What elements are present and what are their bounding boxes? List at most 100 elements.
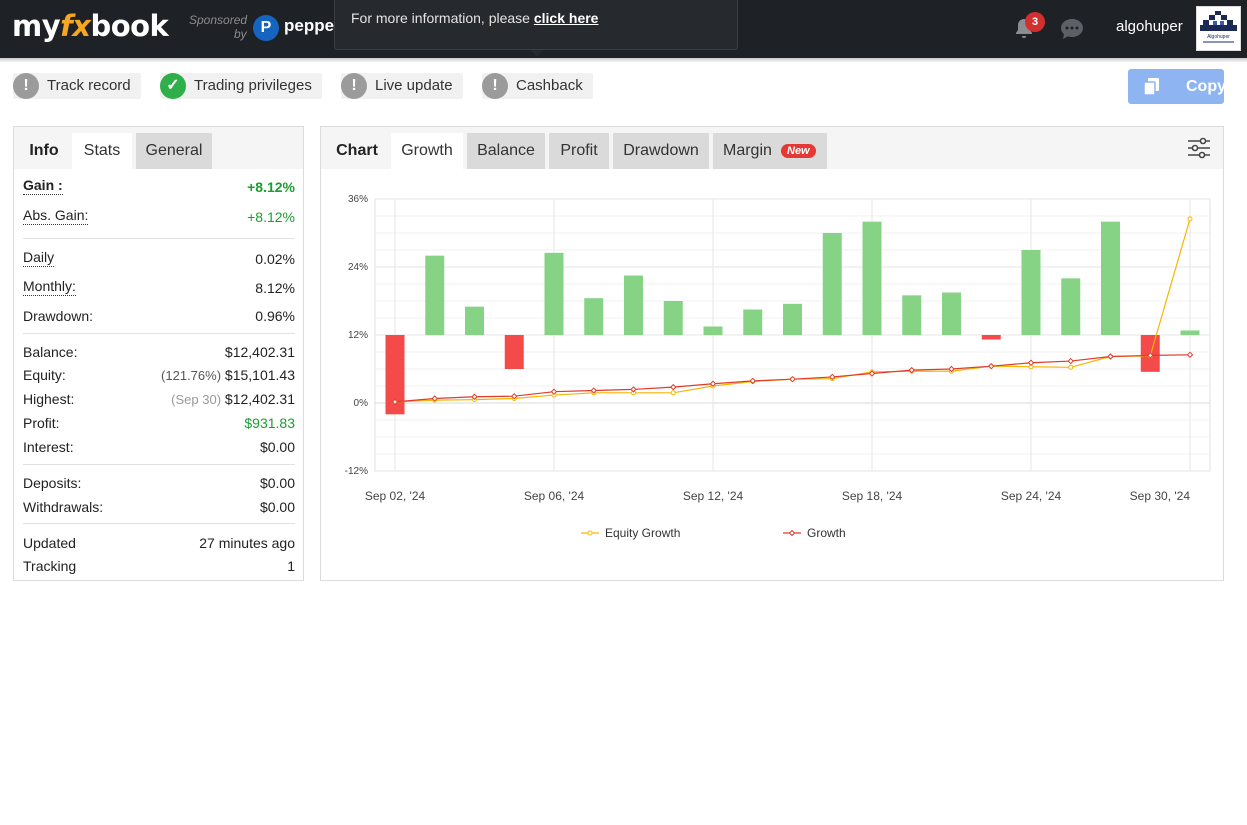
- warning-icon: !: [13, 73, 39, 99]
- chart-bar[interactable]: [465, 306, 484, 335]
- chart-bar[interactable]: [743, 309, 763, 336]
- stat-label: Deposits:: [23, 475, 82, 491]
- chart-bar[interactable]: [862, 221, 882, 335]
- tooltip-link[interactable]: click here: [534, 10, 599, 26]
- y-tick-label: -12%: [345, 466, 368, 477]
- chart-bar[interactable]: [584, 298, 604, 335]
- chart-legend[interactable]: Equity Growth Growth: [581, 526, 846, 540]
- status-trading-privileges[interactable]: ✓ Trading privileges: [160, 73, 322, 99]
- status-live-update[interactable]: ! Live update: [341, 73, 463, 99]
- warning-icon: !: [341, 73, 367, 99]
- stat-label: Interest:: [23, 439, 74, 455]
- chart-bar[interactable]: [783, 303, 802, 335]
- tab-info[interactable]: Info: [20, 133, 68, 169]
- chart-bar[interactable]: [902, 295, 922, 335]
- stat-label[interactable]: Monthly:: [23, 278, 76, 296]
- copy-icon: [1144, 78, 1159, 95]
- warning-icon: !: [482, 73, 508, 99]
- x-tick-label: Sep 30, '24: [1130, 489, 1191, 503]
- y-tick-label: 24%: [348, 262, 368, 273]
- legend-label[interactable]: Equity Growth: [605, 526, 680, 540]
- stat-label: Profit:: [23, 415, 60, 431]
- chart-bar[interactable]: [1061, 278, 1081, 335]
- x-tick-label: Sep 06, '24: [524, 489, 585, 503]
- chart-bar[interactable]: [822, 233, 842, 335]
- tab-chart[interactable]: Chart: [329, 133, 385, 169]
- chart-bar[interactable]: [703, 326, 723, 336]
- stat-label: Equity:: [23, 367, 66, 383]
- y-tick-label: 12%: [348, 330, 368, 341]
- stat-highest: Highest: (Sep 30) $12,402.31: [23, 389, 295, 409]
- divider: [23, 464, 295, 465]
- stat-value-group: (121.76%) $15,101.43: [161, 365, 295, 386]
- status-cashback[interactable]: ! Cashback: [482, 73, 593, 99]
- stat-value: $0.00: [259, 439, 295, 455]
- legend-marker: [788, 529, 796, 537]
- chart-bar[interactable]: [1021, 250, 1041, 335]
- stat-value: +8.12%: [247, 209, 295, 225]
- x-tick-label: Sep 18, '24: [842, 489, 903, 503]
- stat-value: 0.02%: [255, 251, 295, 267]
- stat-updated: Updated 27 minutes ago: [23, 533, 295, 553]
- stat-value-group: (Sep 30) $12,402.31: [171, 389, 295, 410]
- legend-marker: [587, 530, 593, 536]
- chart-bar[interactable]: [663, 301, 683, 335]
- sponsored-label: Sponsored by: [189, 13, 248, 41]
- divider: [23, 523, 295, 524]
- chart-bar[interactable]: [425, 255, 445, 335]
- avatar[interactable]: Algohuper: [1196, 6, 1241, 51]
- divider: [23, 238, 295, 239]
- y-tick-label: 36%: [348, 194, 368, 205]
- chart-bar[interactable]: [1180, 330, 1200, 335]
- stat-sub-value: (Sep 30): [171, 392, 222, 407]
- chart-bar[interactable]: [1101, 221, 1120, 335]
- tab-profit[interactable]: Profit: [549, 133, 609, 169]
- stat-value: 27 minutes ago: [199, 535, 295, 551]
- new-badge: New: [781, 144, 816, 158]
- sponsor-name[interactable]: pepper: [284, 16, 341, 36]
- tab-general[interactable]: General: [136, 133, 212, 169]
- tab-balance[interactable]: Balance: [467, 133, 545, 169]
- chart-bar[interactable]: [624, 275, 643, 336]
- equity-growth-point[interactable]: [670, 390, 676, 396]
- stat-label[interactable]: Gain :: [23, 177, 63, 195]
- status-label: Track record: [47, 77, 131, 94]
- y-tick-label: 0%: [354, 398, 369, 409]
- stat-balance: Balance: $12,402.31: [23, 342, 295, 362]
- legend-label[interactable]: Growth: [807, 526, 846, 540]
- x-tick-label: Sep 12, '24: [683, 489, 744, 503]
- tab-margin[interactable]: Margin New: [713, 133, 827, 169]
- pepperstone-logo-icon[interactable]: P: [253, 15, 279, 41]
- chart-bar[interactable]: [544, 252, 564, 335]
- myfxbook-logo[interactable]: myfxbook: [12, 9, 169, 43]
- chart-bar[interactable]: [981, 335, 1001, 340]
- chart-tabs: Chart Growth Balance Profit Drawdown Mar…: [321, 127, 1223, 169]
- notification-badge: 3: [1025, 12, 1045, 32]
- stat-value: $12,402.31: [224, 391, 295, 407]
- tab-stats[interactable]: Stats: [72, 133, 132, 169]
- stat-label: Drawdown:: [23, 308, 94, 324]
- equity-growth-point[interactable]: [1187, 216, 1193, 222]
- status-label: Live update: [375, 77, 453, 94]
- status-track-record[interactable]: ! Track record: [13, 73, 141, 99]
- stat-label[interactable]: Daily: [23, 249, 55, 267]
- stat-tracking: Tracking 1: [23, 556, 295, 576]
- username[interactable]: algohuper: [1116, 18, 1183, 35]
- chart-bar[interactable]: [942, 292, 961, 336]
- stat-value: 0.96%: [255, 308, 295, 324]
- equity-growth-point[interactable]: [1068, 364, 1074, 370]
- stat-value: $15,101.43: [224, 367, 295, 383]
- settings-sliders-icon[interactable]: [1187, 136, 1211, 160]
- stat-gain: Gain : +8.12%: [23, 177, 295, 197]
- chart-bar[interactable]: [504, 335, 524, 369]
- stat-label[interactable]: Abs. Gain:: [23, 207, 89, 225]
- x-tick-label: Sep 02, '24: [365, 489, 426, 503]
- stat-value: 1: [287, 558, 295, 574]
- chart-panel: Chart Growth Balance Profit Drawdown Mar…: [320, 126, 1224, 581]
- stat-value: $931.83: [244, 415, 295, 431]
- copy-button[interactable]: Copy: [1128, 69, 1226, 104]
- tab-drawdown[interactable]: Drawdown: [613, 133, 709, 169]
- stat-label: Balance:: [23, 344, 78, 360]
- tab-growth[interactable]: Growth: [391, 133, 463, 169]
- chat-icon[interactable]: [1060, 18, 1084, 40]
